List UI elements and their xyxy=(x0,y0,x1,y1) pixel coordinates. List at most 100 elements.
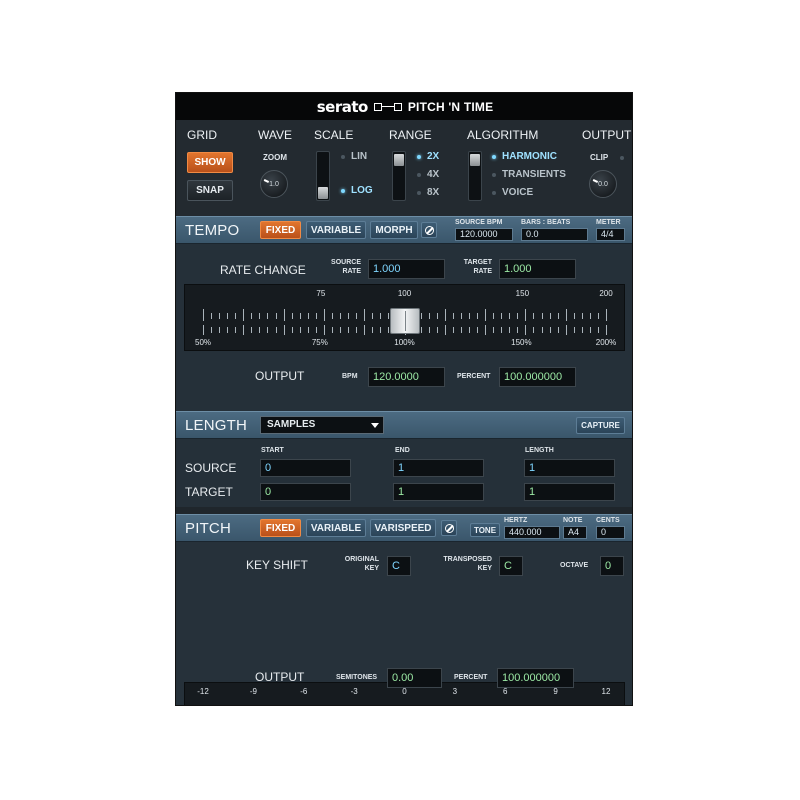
pitch-variable-button[interactable]: VARIABLE xyxy=(306,519,366,537)
title-bar: serato PITCH 'N TIME xyxy=(176,93,632,120)
length-row-source-label: SOURCE xyxy=(185,461,237,475)
source-start-field[interactable]: 0 xyxy=(260,459,351,477)
tempo-slider-tick xyxy=(356,327,358,333)
tempo-slider-tick xyxy=(565,325,567,335)
tempo-slider-tick xyxy=(299,327,301,333)
target-rate-label-line2: RATE xyxy=(473,268,492,275)
tempo-slider-bottom-tick-label: 200% xyxy=(595,338,617,347)
key-shift-label: KEY SHIFT xyxy=(246,558,308,572)
target-rate-field[interactable]: 1.000 xyxy=(499,259,576,279)
original-key-field[interactable]: C xyxy=(387,556,411,576)
range-option-4x[interactable]: 4X xyxy=(427,169,439,180)
tempo-title: TEMPO xyxy=(185,222,240,239)
pitch-bypass-icon[interactable] xyxy=(441,520,457,536)
tempo-slider-tick xyxy=(485,325,487,335)
length-col-length: LENGTH xyxy=(525,447,554,454)
tempo-slider-tick xyxy=(597,313,599,319)
source-end-field[interactable]: 1 xyxy=(393,459,484,477)
tempo-slider-tick xyxy=(372,313,374,319)
tempo-slider-tick xyxy=(235,327,237,333)
tempo-slider-tick xyxy=(291,327,293,333)
target-length-field[interactable]: 1 xyxy=(524,483,615,501)
pitch-slider-top-tick-label: 9 xyxy=(553,687,558,696)
tempo-slider-handle[interactable] xyxy=(389,308,420,334)
output-label: OUTPUT xyxy=(582,128,632,142)
tempo-slider-tick xyxy=(315,327,317,333)
octave-field[interactable]: 0 xyxy=(600,556,624,576)
tempo-slider-tick xyxy=(203,325,204,335)
hertz-field[interactable]: 440.000 xyxy=(504,526,560,539)
pitch-percent-label: PERCENT xyxy=(454,674,488,681)
target-start-field[interactable]: 0 xyxy=(260,483,351,501)
tempo-slider-tick xyxy=(428,313,430,319)
output-knob[interactable]: 0.0 xyxy=(589,170,617,198)
target-rate-label-line1: TARGET xyxy=(463,259,492,266)
tempo-slider-tick xyxy=(452,327,454,333)
capture-button[interactable]: CAPTURE xyxy=(576,417,625,434)
pitch-slider-top-tick-label: -6 xyxy=(300,687,308,696)
scale-switch[interactable] xyxy=(316,151,330,201)
source-rate-field[interactable]: 1.000 xyxy=(368,259,445,279)
algorithm-switch[interactable] xyxy=(468,151,482,201)
tempo-slider-tick xyxy=(203,309,204,321)
tempo-slider-tick xyxy=(517,327,519,333)
zoom-knob[interactable]: 1.0 xyxy=(260,170,288,198)
pitch-body: KEY SHIFT ORIGINAL KEY C TRANSPOSED KEY … xyxy=(176,542,632,705)
tempo-fixed-button[interactable]: FIXED xyxy=(260,221,301,239)
length-unit-dropdown[interactable]: SAMPLES xyxy=(260,416,384,434)
tempo-slider-tick xyxy=(525,325,527,335)
grid-snap-button[interactable]: SNAP xyxy=(187,180,233,201)
zoom-label: ZOOM xyxy=(263,153,287,162)
range-option-2x[interactable]: 2X xyxy=(427,151,439,162)
meter-field[interactable]: 4/4 xyxy=(596,228,625,241)
tempo-slider-tick xyxy=(348,327,350,333)
grid-show-button[interactable]: SHOW xyxy=(187,152,233,173)
tone-button[interactable]: TONE xyxy=(470,523,500,537)
tempo-slider-tick xyxy=(380,327,382,333)
pitch-varispeed-button[interactable]: VARISPEED xyxy=(370,519,436,537)
tempo-slider-bottom-tick-label: 150% xyxy=(511,338,532,347)
semitones-field[interactable]: 0.00 xyxy=(387,668,442,688)
pitch-percent-field[interactable]: 100.000000 xyxy=(497,668,574,688)
scale-option-log[interactable]: LOG xyxy=(351,185,373,196)
tempo-slider-tick xyxy=(307,313,309,319)
source-bpm-field[interactable]: 120.0000 xyxy=(455,228,513,241)
note-field[interactable]: A4 xyxy=(563,526,587,539)
tempo-slider-tick xyxy=(460,313,462,319)
tempo-slider-tick xyxy=(477,327,479,333)
tempo-slider-tick xyxy=(380,313,382,319)
bpm-field[interactable]: 120.0000 xyxy=(368,367,445,387)
source-length-field[interactable]: 1 xyxy=(524,459,615,477)
range-switch[interactable] xyxy=(392,151,406,201)
length-body: START END LENGTH SOURCE 0 1 1 TARGET 0 1… xyxy=(176,439,632,507)
tempo-slider[interactable]: 75 100 150 200 50% 75% 100% 150% 200% xyxy=(184,284,625,351)
tempo-percent-field[interactable]: 100.000000 xyxy=(499,367,576,387)
pitch-slider-top-tick-label: -12 xyxy=(197,687,209,696)
transposed-key-label-line2: KEY xyxy=(477,565,492,572)
algorithm-harmonic-indicator xyxy=(492,155,496,159)
range-label: RANGE xyxy=(389,128,432,142)
transposed-key-field[interactable]: C xyxy=(499,556,523,576)
original-key-label-line1: ORIGINAL xyxy=(344,556,379,563)
pitch-fixed-button[interactable]: FIXED xyxy=(260,519,301,537)
pitch-slider-top-tick-label: 6 xyxy=(503,687,508,696)
pitch-slider-top-tick-label: 12 xyxy=(601,687,611,696)
range-option-8x[interactable]: 8X xyxy=(427,187,439,198)
tempo-slider-tick xyxy=(364,325,366,335)
algorithm-voice-indicator xyxy=(492,191,496,195)
target-end-field[interactable]: 1 xyxy=(393,483,484,501)
bars-beats-field[interactable]: 0.0 xyxy=(521,228,588,241)
cents-field[interactable]: 0 xyxy=(596,526,625,539)
tempo-slider-top-tick-label: 150 xyxy=(515,289,530,298)
tempo-slider-tick xyxy=(227,313,229,319)
tempo-slider-tick xyxy=(372,327,374,333)
algorithm-option-harmonic[interactable]: HARMONIC xyxy=(502,151,557,162)
algorithm-option-voice[interactable]: VOICE xyxy=(502,187,533,198)
algorithm-option-transients[interactable]: TRANSIENTS xyxy=(502,169,566,180)
tempo-body: RATE CHANGE SOURCE RATE 1.000 TARGET RAT… xyxy=(176,244,632,411)
tempo-morph-button[interactable]: MORPH xyxy=(370,221,418,239)
tempo-bypass-icon[interactable] xyxy=(421,222,437,238)
tempo-variable-button[interactable]: VARIABLE xyxy=(306,221,366,239)
scale-option-lin[interactable]: LIN xyxy=(351,151,367,162)
tempo-slider-tick xyxy=(549,313,551,319)
